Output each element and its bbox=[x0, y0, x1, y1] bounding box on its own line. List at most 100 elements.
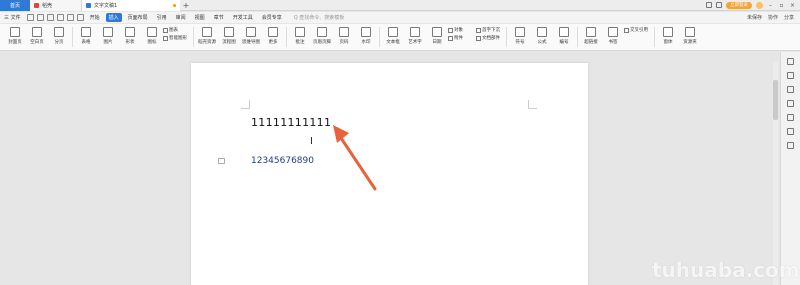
cross-reference-button[interactable]: 交叉引用 bbox=[624, 27, 652, 33]
blank-page-label: 空白页 bbox=[30, 40, 44, 45]
comment-button[interactable]: 批注 bbox=[289, 27, 311, 45]
location-icon[interactable] bbox=[787, 142, 794, 149]
unsaved-status[interactable]: 未保存 bbox=[747, 14, 762, 21]
comment-icon bbox=[295, 27, 305, 37]
menu-sections[interactable]: 章节 bbox=[211, 13, 227, 22]
menu-review[interactable]: 审阅 bbox=[173, 13, 189, 22]
menu-insert[interactable]: 插入 bbox=[105, 13, 122, 22]
paragraph-handle-icon[interactable] bbox=[218, 158, 225, 164]
header-footer-button[interactable]: 页眉页脚 bbox=[311, 27, 333, 45]
picture-icon bbox=[103, 27, 113, 37]
tab-home-label: 首页 bbox=[9, 2, 20, 9]
form-button[interactable]: 窗体 bbox=[657, 27, 679, 45]
doc-parts-label: 文档部件 bbox=[482, 36, 500, 41]
picture-button[interactable]: 图片 bbox=[97, 27, 119, 45]
minimize-icon[interactable]: – bbox=[767, 2, 774, 9]
chart-button[interactable]: 图表 bbox=[163, 27, 191, 33]
watermark-button[interactable]: 水印 bbox=[355, 27, 377, 45]
doc-parts-icon bbox=[476, 35, 481, 41]
print-preview-icon[interactable] bbox=[56, 14, 64, 21]
command-search[interactable]: Q 查找命令、搜索模板 bbox=[294, 14, 345, 21]
crossref-group: 交叉引用 bbox=[624, 27, 652, 33]
chart-label: 图表 bbox=[169, 28, 178, 33]
smart-graphic-button[interactable]: 智能图形 bbox=[163, 35, 191, 41]
vertical-scrollbar[interactable] bbox=[773, 62, 778, 285]
export-pdf-icon[interactable] bbox=[36, 14, 44, 21]
object-icon bbox=[448, 27, 453, 33]
print-icon[interactable] bbox=[46, 14, 54, 21]
tab-docer-label: 稻壳 bbox=[42, 2, 53, 9]
menu-page-layout[interactable]: 页面布局 bbox=[125, 13, 151, 22]
page-number-label: 页码 bbox=[339, 40, 349, 45]
cover-page-button[interactable]: 封面页 bbox=[4, 27, 26, 45]
bookmark-button[interactable]: 书签 bbox=[602, 27, 624, 45]
mindmap-button[interactable]: 思维导图 bbox=[240, 27, 262, 45]
menu-member[interactable]: 会员专享 bbox=[259, 13, 285, 22]
shape-button[interactable]: 形状 bbox=[119, 27, 141, 45]
resource-folder-label: 资源夹 bbox=[683, 40, 697, 45]
numbering-button[interactable]: 编号 bbox=[553, 27, 575, 45]
icon-button[interactable]: 图标 bbox=[141, 27, 163, 45]
chart-group: 图表 智能图形 bbox=[163, 27, 191, 41]
select-icon[interactable] bbox=[787, 58, 794, 65]
ribbon-divider bbox=[577, 27, 578, 47]
style-icon[interactable] bbox=[787, 86, 794, 93]
table-button[interactable]: 表格 bbox=[75, 27, 97, 45]
bookmark-label: 书签 bbox=[608, 40, 618, 45]
scrollbar-thumb[interactable] bbox=[773, 80, 778, 120]
transfer-icon[interactable] bbox=[787, 100, 794, 107]
grid-icon[interactable] bbox=[716, 2, 722, 8]
object-button[interactable]: 对象 bbox=[448, 27, 476, 33]
page-number-button[interactable]: 页码 bbox=[333, 27, 355, 45]
textbox-icon bbox=[388, 27, 398, 37]
help-icon[interactable] bbox=[787, 114, 794, 121]
document-line-2[interactable]: 12345676890 bbox=[251, 156, 314, 166]
doc-parts-button[interactable]: 文档部件 bbox=[476, 35, 504, 41]
tab-home[interactable]: 首页 bbox=[0, 0, 30, 11]
docer-resource-button[interactable]: 稻壳资源 bbox=[196, 27, 218, 45]
tab-docer[interactable]: 稻壳 bbox=[30, 0, 82, 11]
menu-home[interactable]: 开始 bbox=[87, 13, 103, 22]
resource-folder-button[interactable]: 资源夹 bbox=[679, 27, 701, 45]
new-tab-button[interactable]: + bbox=[180, 1, 192, 10]
menu-view[interactable]: 视图 bbox=[192, 13, 208, 22]
menu-developer[interactable]: 开发工具 bbox=[230, 13, 256, 22]
symbol-icon bbox=[515, 27, 525, 37]
file-menu[interactable]: 三 文件 bbox=[4, 14, 24, 21]
document-page[interactable]: 11111111111 12345676890 bbox=[191, 63, 588, 285]
layout-icon[interactable] bbox=[706, 2, 712, 8]
textbox-button[interactable]: 文本框 bbox=[382, 27, 404, 45]
drop-cap-label: 首字下沉 bbox=[482, 28, 500, 33]
blank-page-button[interactable]: 空白页 bbox=[26, 27, 48, 45]
symbol-button[interactable]: 符号 bbox=[509, 27, 531, 45]
drop-cap-button[interactable]: 首字下沉 bbox=[476, 27, 504, 33]
pen-icon[interactable] bbox=[787, 72, 794, 79]
page-break-label: 分页 bbox=[54, 40, 64, 45]
formula-button[interactable]: 公式 bbox=[531, 27, 553, 45]
undo-icon[interactable] bbox=[66, 14, 74, 21]
close-icon[interactable]: × bbox=[789, 2, 796, 9]
avatar[interactable] bbox=[756, 1, 763, 9]
backup-icon[interactable] bbox=[787, 128, 794, 135]
document-line-1[interactable]: 11111111111 bbox=[251, 116, 331, 129]
wordart-button[interactable]: 艺术字 bbox=[404, 27, 426, 45]
tab-document[interactable]: 文字文稿1 bbox=[82, 0, 180, 11]
save-icon[interactable] bbox=[26, 14, 34, 21]
page-break-button[interactable]: 分页 bbox=[48, 27, 70, 45]
flowchart-button[interactable]: 流程图 bbox=[218, 27, 240, 45]
redo-icon[interactable] bbox=[76, 14, 84, 21]
collab-button[interactable]: 协作 bbox=[768, 14, 778, 21]
attachment-button[interactable]: 附件 bbox=[448, 35, 476, 41]
icons-icon bbox=[147, 27, 157, 37]
smart-graphic-icon bbox=[163, 35, 168, 41]
restore-icon[interactable]: ▫ bbox=[778, 2, 785, 9]
menu-references[interactable]: 引用 bbox=[154, 13, 170, 22]
login-button[interactable]: 立即登录 bbox=[726, 1, 752, 9]
blank-page-icon bbox=[32, 27, 42, 37]
date-button[interactable]: 日期 bbox=[426, 27, 448, 45]
comment-label: 批注 bbox=[295, 40, 305, 45]
share-button[interactable]: 分享 bbox=[784, 14, 794, 21]
more-button[interactable]: 更多 bbox=[262, 27, 284, 45]
hyperlink-button[interactable]: 超链接 bbox=[580, 27, 602, 45]
docer-resource-label: 稻壳资源 bbox=[198, 40, 216, 45]
